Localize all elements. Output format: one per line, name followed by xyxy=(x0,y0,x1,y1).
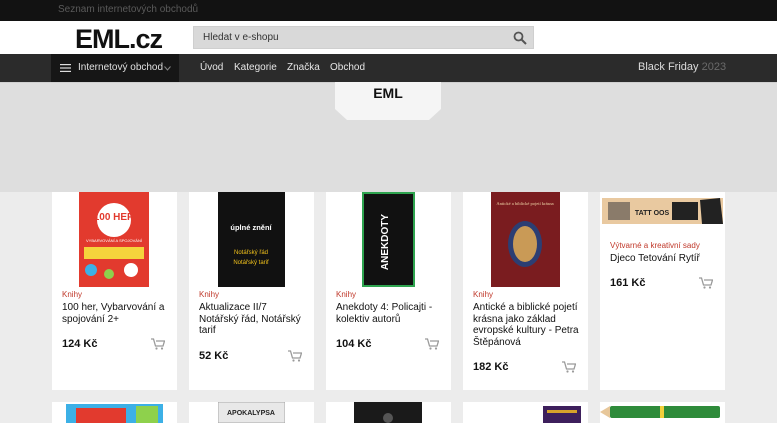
product-image[interactable]: APOKALYPSA xyxy=(218,402,285,423)
cover-title: Antické a biblické pojetí krásna xyxy=(496,201,553,206)
cart-icon[interactable] xyxy=(288,350,302,362)
product-card[interactable]: ANEKDOTY Knihy Anekdoty 4: Policajti - k… xyxy=(326,192,451,390)
shop-directory-link[interactable]: Seznam internetových obchodů xyxy=(58,4,198,15)
cart-icon[interactable] xyxy=(151,338,165,350)
section-title: EML xyxy=(373,85,403,101)
product-image[interactable] xyxy=(66,404,163,423)
chevron-down-icon xyxy=(164,66,171,71)
black-friday-year: 2023 xyxy=(701,61,727,73)
cover-subtitle: VYBARVOVÁNÍ A SPOJOVÁNÍ xyxy=(86,238,143,243)
product-card[interactable]: úplné znění Notářský řád Notářský tarif … xyxy=(189,192,314,390)
product-image[interactable]: TATT OOS xyxy=(602,192,723,230)
product-name[interactable]: Aktualizace II/7 Notářský řád, Notářský … xyxy=(199,302,307,337)
nav-item-obchod[interactable]: Obchod xyxy=(330,62,365,73)
product-name[interactable]: Djeco Tetování Rytíř xyxy=(610,253,718,265)
cover-text: TATT OOS xyxy=(635,210,670,217)
product-image[interactable]: ANEKDOTY xyxy=(362,192,415,287)
nav-item-znacka[interactable]: Značka xyxy=(287,62,320,73)
product-category[interactable]: Knihy xyxy=(199,290,219,299)
section-title-tab: EML xyxy=(335,82,441,121)
cover-line1: Notářský řád xyxy=(234,250,268,256)
header: EML.cz Hledat v e-shopu xyxy=(0,21,777,54)
cart-icon[interactable] xyxy=(562,361,576,373)
product-card[interactable]: 100 HER VYBARVOVÁNÍ A SPOJOVÁNÍ Knihy 10… xyxy=(52,192,177,390)
hamburger-icon xyxy=(60,64,71,72)
category-menu-label: Internetový obchod xyxy=(78,62,164,73)
product-price: 161 Kč xyxy=(610,277,646,289)
product-category[interactable]: Knihy xyxy=(473,290,493,299)
nav-item-uvod[interactable]: Úvod xyxy=(200,62,223,73)
product-name[interactable]: 100 her, Vybarvování a spojování 2+ xyxy=(62,302,170,325)
product-card[interactable] xyxy=(52,402,177,423)
top-bar: Seznam internetových obchodů xyxy=(0,0,777,21)
nav-item-kategorie[interactable]: Kategorie xyxy=(234,62,277,73)
product-image[interactable] xyxy=(600,402,725,422)
cover-text: APOKALYPSA xyxy=(227,410,275,417)
search-icon[interactable] xyxy=(513,31,527,45)
cover-title: 100 HER xyxy=(94,212,135,223)
category-menu-button[interactable]: Internetový obchod xyxy=(51,54,179,82)
product-category[interactable]: Knihy xyxy=(62,290,82,299)
cart-icon[interactable] xyxy=(699,277,713,289)
product-card[interactable] xyxy=(600,402,725,423)
cover-line2: Notářský tarif xyxy=(233,260,269,266)
product-price: 52 Kč xyxy=(199,350,229,362)
product-name[interactable]: Anekdoty 4: Policajti - kolektiv autorů xyxy=(336,302,444,325)
black-friday-label: Black Friday xyxy=(638,61,699,73)
product-price: 104 Kč xyxy=(336,338,372,350)
product-card[interactable]: TATT OOS Výtvarné a kreativní sady Djeco… xyxy=(600,192,725,390)
product-image[interactable] xyxy=(354,402,422,423)
product-card[interactable]: Antické a biblické pojetí krásna Knihy A… xyxy=(463,192,588,390)
product-image[interactable]: 100 HER VYBARVOVÁNÍ A SPOJOVÁNÍ xyxy=(79,192,149,287)
cover-title: úplné znění xyxy=(230,223,272,232)
product-image[interactable] xyxy=(543,406,581,423)
product-category[interactable]: Výtvarné a kreativní sady xyxy=(610,241,700,250)
product-card[interactable]: APOKALYPSA xyxy=(189,402,314,423)
cart-icon[interactable] xyxy=(425,338,439,350)
search-placeholder: Hledat v e-shopu xyxy=(203,32,279,43)
search-input[interactable]: Hledat v e-shopu xyxy=(193,26,534,49)
product-name[interactable]: Antické a biblické pojetí krásna jako zá… xyxy=(473,302,581,348)
product-image[interactable]: úplné znění Notářský řád Notářský tarif xyxy=(218,192,285,287)
product-card[interactable] xyxy=(463,402,588,423)
cover-text: ANEKDOTY xyxy=(380,214,391,270)
main-nav: Internetový obchod Úvod Kategorie Značka… xyxy=(0,54,777,82)
product-price: 124 Kč xyxy=(62,338,98,350)
site-logo[interactable]: EML.cz xyxy=(75,24,163,55)
product-category[interactable]: Knihy xyxy=(336,290,356,299)
product-image[interactable]: Antické a biblické pojetí krásna xyxy=(491,192,560,287)
black-friday-link[interactable]: Black Friday 2023 xyxy=(638,61,726,73)
product-price: 182 Kč xyxy=(473,361,509,373)
product-card[interactable] xyxy=(326,402,451,423)
